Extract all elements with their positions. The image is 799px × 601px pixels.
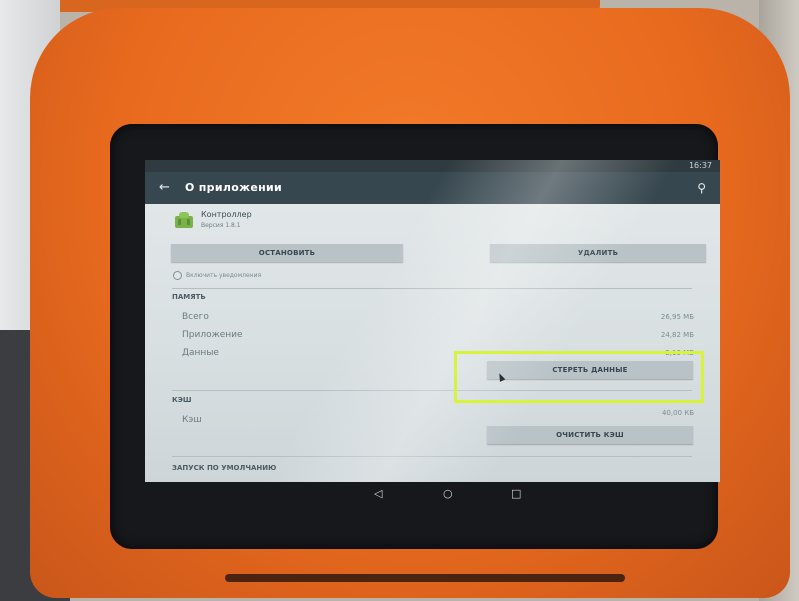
divider <box>172 288 692 289</box>
memory-total-label: Всего <box>182 312 209 322</box>
search-icon[interactable]: ⚲ <box>697 180 706 196</box>
clear-cache-button[interactable]: ОЧИСТИТЬ КЭШ <box>487 426 693 444</box>
cache-value: 40,00 КБ <box>661 409 694 417</box>
app-name: Контроллер <box>201 210 252 219</box>
cache-label: Кэш <box>182 415 202 425</box>
android-nav-bar: ◁ ○ □ <box>145 484 720 506</box>
square-recents-icon[interactable]: □ <box>511 487 521 501</box>
circle-home-icon[interactable]: ○ <box>443 487 453 501</box>
highlight-box <box>454 351 704 403</box>
launch-section-title: ЗАПУСК ПО УМОЛЧАНИЮ <box>172 464 277 472</box>
status-time: 16:37 <box>688 161 712 170</box>
status-bar: 16:37 <box>145 160 720 172</box>
memory-data-label: Данные <box>182 348 219 358</box>
android-screen: 16:37 ← О приложении ⚲ Контроллер Версия… <box>145 160 720 482</box>
delete-button[interactable]: УДАЛИТЬ <box>490 244 706 262</box>
stop-button[interactable]: ОСТАНОВИТЬ <box>171 244 403 262</box>
notifications-checkbox[interactable] <box>173 271 182 280</box>
card-slot <box>225 574 625 582</box>
notifications-label: Включить уведомления <box>186 272 262 279</box>
arrow-back-icon[interactable]: ← <box>159 180 170 196</box>
memory-app-label: Приложение <box>182 330 243 340</box>
memory-section-title: ПАМЯТЬ <box>172 293 206 301</box>
triangle-back-icon[interactable]: ◁ <box>374 487 382 501</box>
cache-section-title: КЭШ <box>172 396 192 404</box>
app-version: Версия 1.8.1 <box>201 222 241 229</box>
memory-app-value: 24,82 МБ <box>660 331 694 339</box>
android-app-icon <box>175 212 193 228</box>
divider <box>172 456 692 457</box>
app-toolbar: ← О приложении ⚲ <box>145 172 720 204</box>
memory-total-value: 26,95 МБ <box>660 313 694 321</box>
page-title: О приложении <box>185 181 282 194</box>
